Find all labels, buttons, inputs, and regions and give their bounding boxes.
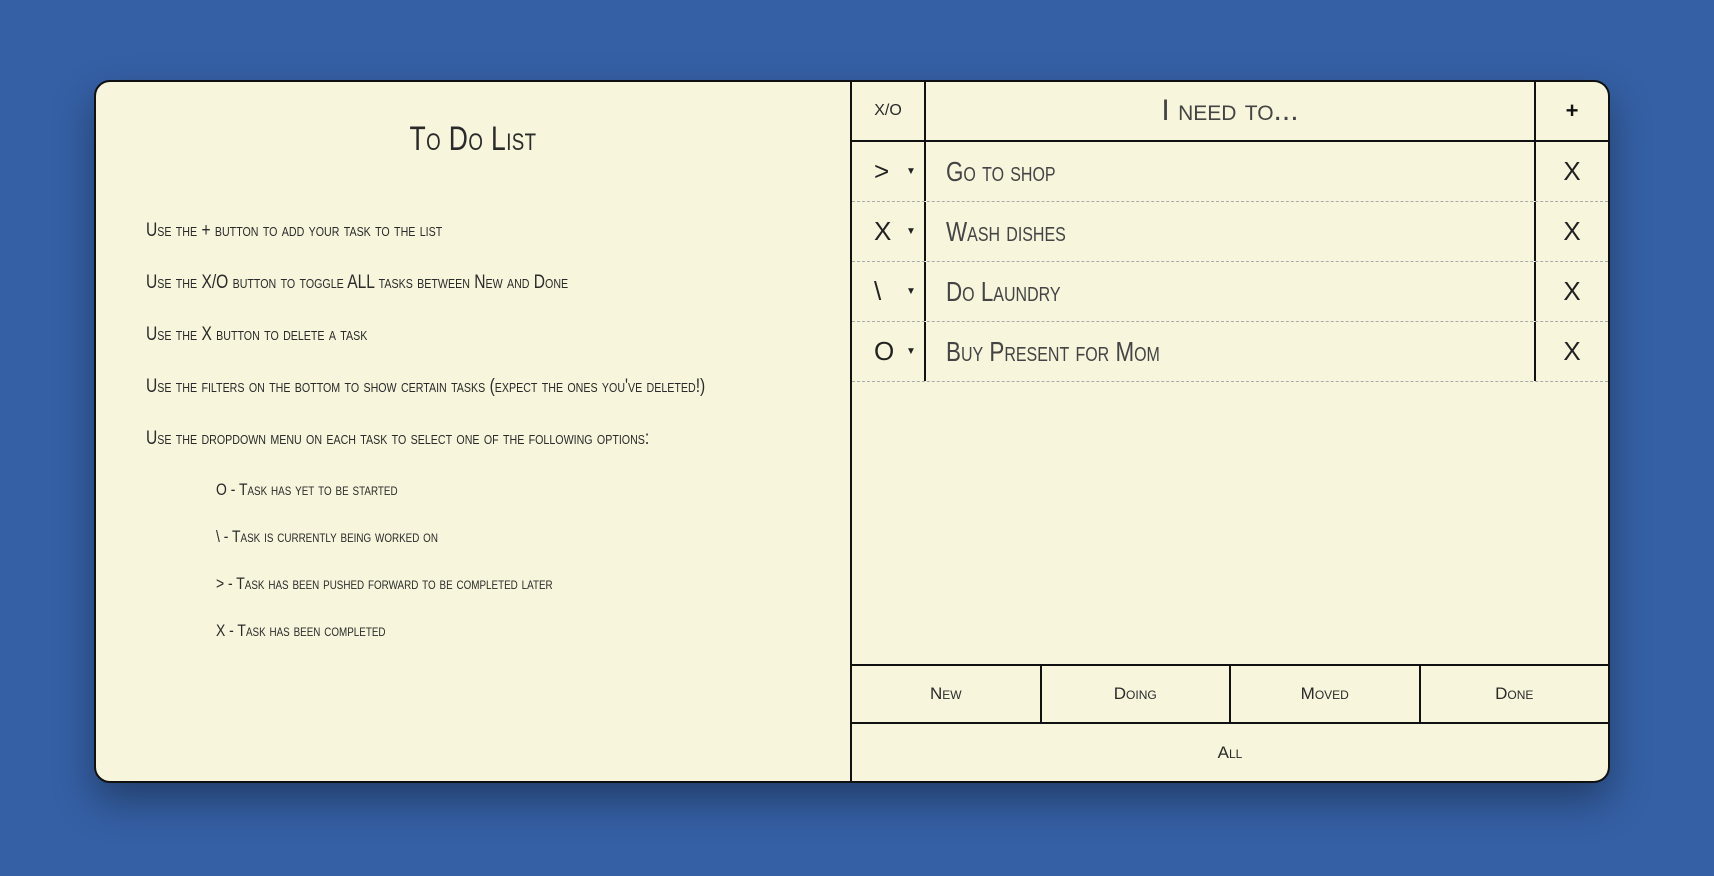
delete-task-button[interactable]: X [1534,262,1608,321]
filter-moved-button[interactable]: Moved [1231,666,1421,722]
option-in-progress: \ - Task is currently being worked on [216,527,438,546]
status-value: O [874,336,895,366]
instruction-delete: Use the X button to delete a task [146,324,368,345]
option-not-started: O - Task has yet to be started [216,480,398,499]
chevron-down-icon: ▼ [906,346,916,357]
task-text[interactable]: Go to shop [926,142,1534,201]
delete-task-button[interactable]: X [1534,142,1608,201]
filter-all-button[interactable]: All [852,724,1608,781]
delete-task-button[interactable]: X [1534,202,1608,261]
instruction-filters: Use the filters on the bottom to show ce… [146,376,706,397]
instruction-add: Use the + button to add your task to the… [146,220,443,241]
status-value: > [874,156,890,186]
todo-book: To Do List Use the + button to add your … [94,80,1610,783]
status-value: \ [874,276,882,306]
task-text[interactable]: Buy Present for Mom [926,322,1534,381]
status-dropdown[interactable]: O ▼ [852,322,926,381]
task-row: O ▼ Buy Present for Mom X [852,322,1608,382]
option-completed: X - Task has been completed [216,621,386,640]
status-dropdown[interactable]: \ ▼ [852,262,926,321]
new-task-input[interactable]: I need to... [926,82,1534,140]
chevron-down-icon: ▼ [906,286,916,297]
status-dropdown[interactable]: > ▼ [852,142,926,201]
task-row: \ ▼ Do Laundry X [852,262,1608,322]
page-title: To Do List [409,120,537,158]
filter-done-button[interactable]: Done [1421,666,1609,722]
task-text[interactable]: Wash dishes [926,202,1534,261]
instruction-dropdown: Use the dropdown menu on each task to se… [146,428,650,449]
option-moved: > - Task has been pushed forward to be c… [216,574,553,593]
toggle-all-button[interactable]: X/O [852,82,926,140]
chevron-down-icon: ▼ [906,226,916,237]
task-row: X ▼ Wash dishes X [852,202,1608,262]
filter-new-button[interactable]: New [852,666,1042,722]
filter-doing-button[interactable]: Doing [1042,666,1231,722]
filter-bar: New Doing Moved Done [852,664,1608,724]
add-task-button[interactable]: + [1534,82,1608,140]
chevron-down-icon: ▼ [906,166,916,177]
status-value: X [874,216,892,246]
task-text[interactable]: Do Laundry [926,262,1534,321]
task-row: > ▼ Go to shop X [852,142,1608,202]
task-header-row: X/O I need to... + [852,82,1608,142]
status-dropdown[interactable]: X ▼ [852,202,926,261]
delete-task-button[interactable]: X [1534,322,1608,381]
instructions-page: To Do List Use the + button to add your … [94,80,852,783]
task-list-page: X/O I need to... + > ▼ Go to shop X X ▼ … [852,80,1610,783]
instruction-toggle: Use the X/O button to toggle ALL tasks b… [146,272,569,293]
